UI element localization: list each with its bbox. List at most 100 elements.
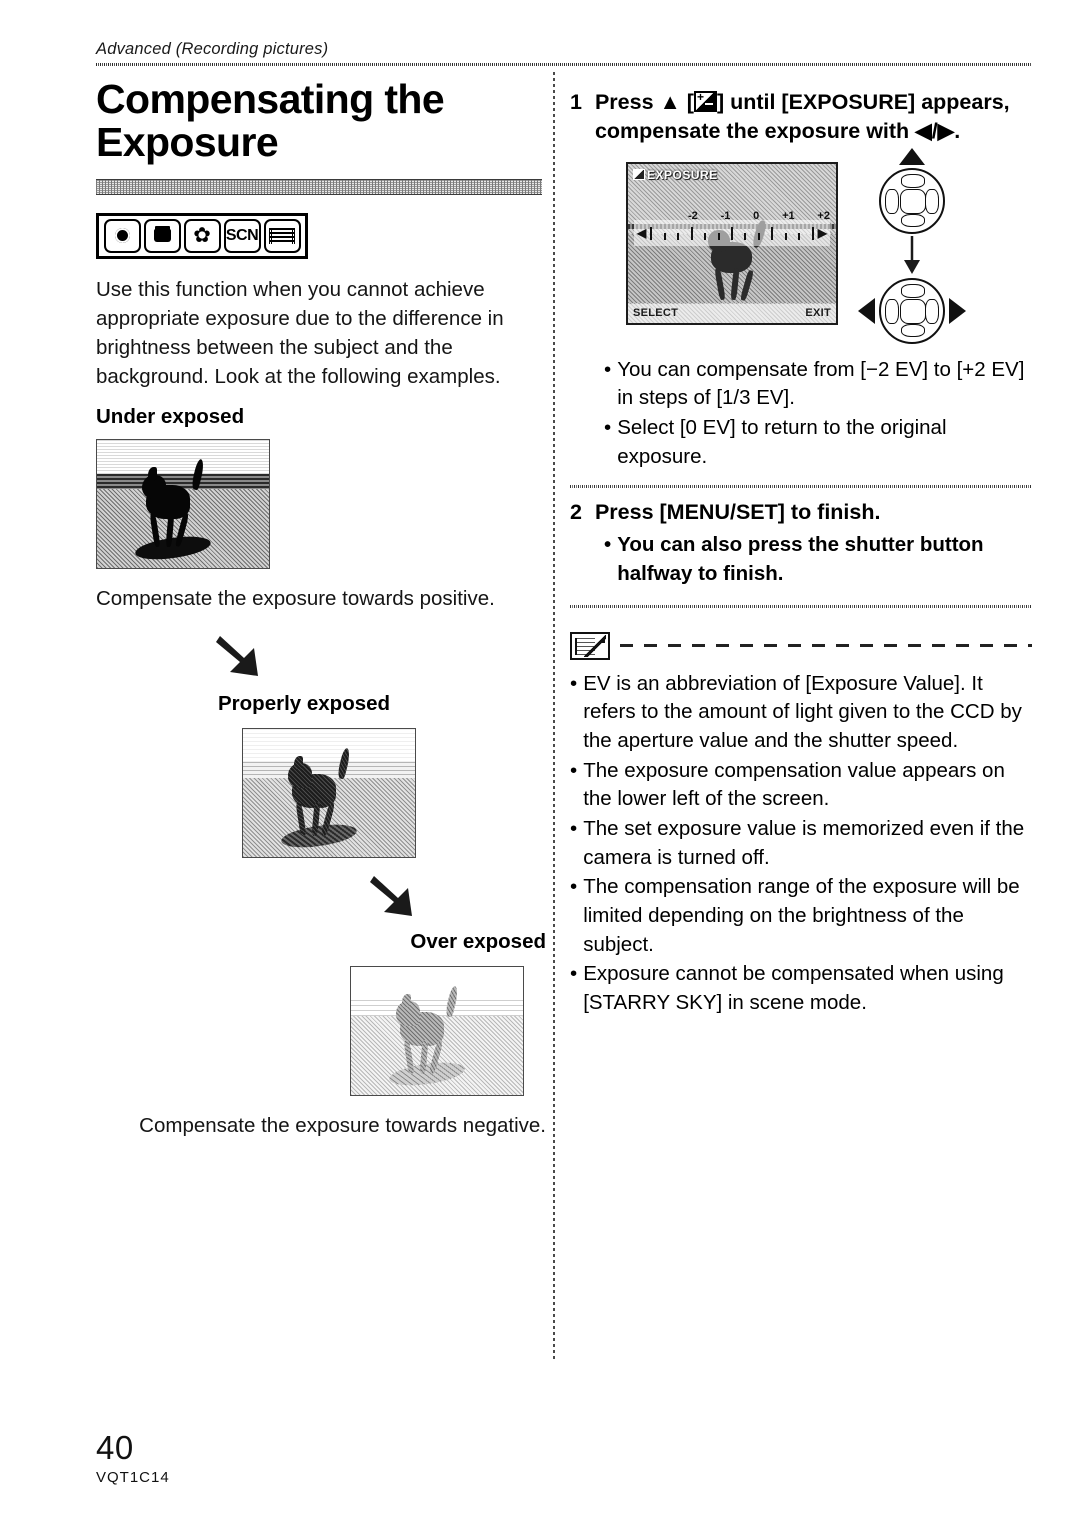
manual-page: Advanced (Recording pictures) Compensati…	[0, 0, 1080, 1530]
note-dashed-rule	[620, 644, 1032, 648]
lcd-tick	[690, 226, 693, 240]
page-title: Compensating the Exposure	[96, 76, 445, 166]
step-1: 1 Press ▲ [] until [EXPOSURE] appears, c…	[570, 88, 1032, 146]
cursor-center-key	[900, 298, 926, 325]
bullet-dot: •	[570, 962, 578, 986]
record-mode-icon	[103, 218, 141, 253]
down-arrow-connector	[856, 234, 968, 278]
right-column: 1 Press ▲ [] until [EXPOSURE] appears, c…	[570, 88, 1032, 1019]
bullet-text: The set exposure value is memorized even…	[583, 816, 1025, 869]
motion-picture-mode-icon	[263, 218, 301, 253]
lcd-tick	[717, 232, 720, 240]
triangle-right-icon	[949, 297, 966, 324]
lcd-tick	[771, 226, 774, 240]
bullet-text: EV is an abbreviation of [Exposure Value…	[583, 671, 1022, 752]
dog-ear	[293, 755, 303, 770]
cursor-left-key	[885, 189, 900, 214]
bullet-item: • Select [0 EV] to return to the origina…	[604, 414, 1032, 471]
cursor-up-key	[900, 173, 926, 188]
bullet-text: You can also press the shutter button ha…	[617, 533, 984, 585]
running-header-text: Advanced (Recording pictures)	[96, 40, 329, 58]
cursor-left-key	[885, 299, 900, 324]
lcd-tick	[704, 232, 707, 240]
lcd-tick	[730, 226, 733, 240]
lcd-tick	[784, 232, 787, 240]
step-1-illustration: EXPOSURE -2 -1 0 +1 +2 ◀ ▶ SELECT EXIT	[570, 147, 1032, 344]
exposure-compensation-icon	[693, 89, 717, 112]
bullet-item: • Exposure cannot be compensated when us…	[570, 960, 1032, 1017]
lcd-exposure-icon	[633, 168, 645, 180]
bullet-dot: •	[570, 758, 578, 782]
mode-icon-strip: ✿ SCN	[96, 212, 308, 259]
page-number: 40	[96, 1429, 134, 1466]
over-exposed-photo	[350, 966, 524, 1097]
lcd-bottom-bar: SELECT EXIT	[628, 303, 836, 323]
step-2: 2 Press [MENU/SET] to finish.	[570, 498, 1032, 527]
step-separator-rule-top	[570, 485, 1032, 489]
lcd-exit-label: EXIT	[805, 307, 831, 320]
bullet-dot: •	[570, 671, 578, 695]
lcd-dog-leg-2	[730, 267, 741, 301]
notepad-pencil-icon	[570, 631, 610, 660]
header-divider-rule	[96, 63, 1032, 67]
bullet-item: • You can compensate from [−2 EV] to [+2…	[604, 356, 1032, 413]
bullet-text: You can compensate from [−2 EV] to [+2 E…	[617, 357, 1025, 410]
step-2-bullet-list: • You can also press the shutter button …	[570, 531, 1032, 588]
bullet-dot: •	[570, 875, 578, 899]
over-exposed-caption: Compensate the exposure towards negative…	[139, 1114, 546, 1138]
bullet-dot: •	[570, 816, 578, 840]
left-column: Compensating the Exposure ✿ SCN Use this…	[96, 76, 546, 1141]
camera-lcd-screen: EXPOSURE -2 -1 0 +1 +2 ◀ ▶ SELECT EXIT	[626, 161, 838, 325]
bullet-item: • The compensation range of the exposure…	[570, 873, 1032, 959]
step-1-number: 1	[570, 90, 582, 114]
triangle-left-icon	[858, 297, 875, 324]
macro-mode-icon: ✿	[183, 218, 221, 253]
title-underline-bar	[96, 178, 542, 195]
triangle-up-icon	[899, 147, 925, 165]
cursor-down-key	[900, 323, 926, 338]
bullet-item: • The set exposure value is memorized ev…	[570, 815, 1032, 872]
step-separator-rule-bottom	[570, 604, 1032, 608]
note-section-header	[570, 631, 1032, 660]
lcd-dog-leg-1	[714, 267, 726, 301]
lcd-tick	[650, 226, 653, 240]
photo-dog	[141, 458, 207, 548]
cursor-pad-icon	[879, 147, 945, 234]
note-bullet-list: • EV is an abbreviation of [Exposure Val…	[570, 670, 1032, 1018]
lcd-tick	[677, 232, 680, 240]
bullet-text: Select [0 EV] to return to the original …	[617, 415, 947, 468]
dog-ear	[401, 993, 411, 1008]
cursor-button-leftright	[856, 277, 968, 344]
bullet-text: Exposure cannot be compensated when usin…	[583, 962, 1004, 1015]
lcd-left-arrow-icon: ◀	[637, 225, 647, 240]
under-exposed-caption: Compensate the exposure towards positive…	[96, 587, 495, 611]
lcd-scale-ticks	[650, 226, 814, 240]
column-divider	[553, 72, 555, 1362]
scene-mode-icon: SCN	[223, 218, 261, 253]
over-exposed-label: Over exposed	[410, 930, 546, 954]
properly-exposed-photo	[242, 728, 416, 859]
pencil-shape	[584, 634, 606, 657]
lcd-title: EXPOSURE	[633, 168, 718, 182]
cursor-button-diagram	[856, 147, 968, 344]
portrait-mode-icon	[143, 218, 181, 253]
cursor-right-key	[924, 189, 939, 214]
cursor-center-key	[900, 188, 926, 215]
step-2-number: 2	[570, 500, 582, 525]
bullet-item: • You can also press the shutter button …	[604, 531, 1032, 588]
bullet-text: The exposure compensation value appears …	[583, 758, 1005, 811]
cursor-down-key	[900, 213, 926, 228]
cursor-button-up	[856, 147, 968, 234]
lcd-select-label: SELECT	[633, 307, 679, 320]
page-footer: 40 VQT1C14	[96, 1431, 170, 1486]
lcd-tick	[798, 232, 801, 240]
bullet-dot: •	[604, 415, 612, 439]
step-1-bullet-list: • You can compensate from [−2 EV] to [+2…	[570, 356, 1032, 472]
bullet-item: • The exposure compensation value appear…	[570, 757, 1032, 814]
bullet-text: The compensation range of the exposure w…	[583, 875, 1020, 956]
lcd-dog-leg-3	[739, 269, 755, 301]
cursor-up-key	[900, 283, 926, 298]
lcd-tick	[757, 232, 760, 240]
lcd-tick	[811, 226, 814, 240]
photo-dog	[395, 985, 461, 1074]
